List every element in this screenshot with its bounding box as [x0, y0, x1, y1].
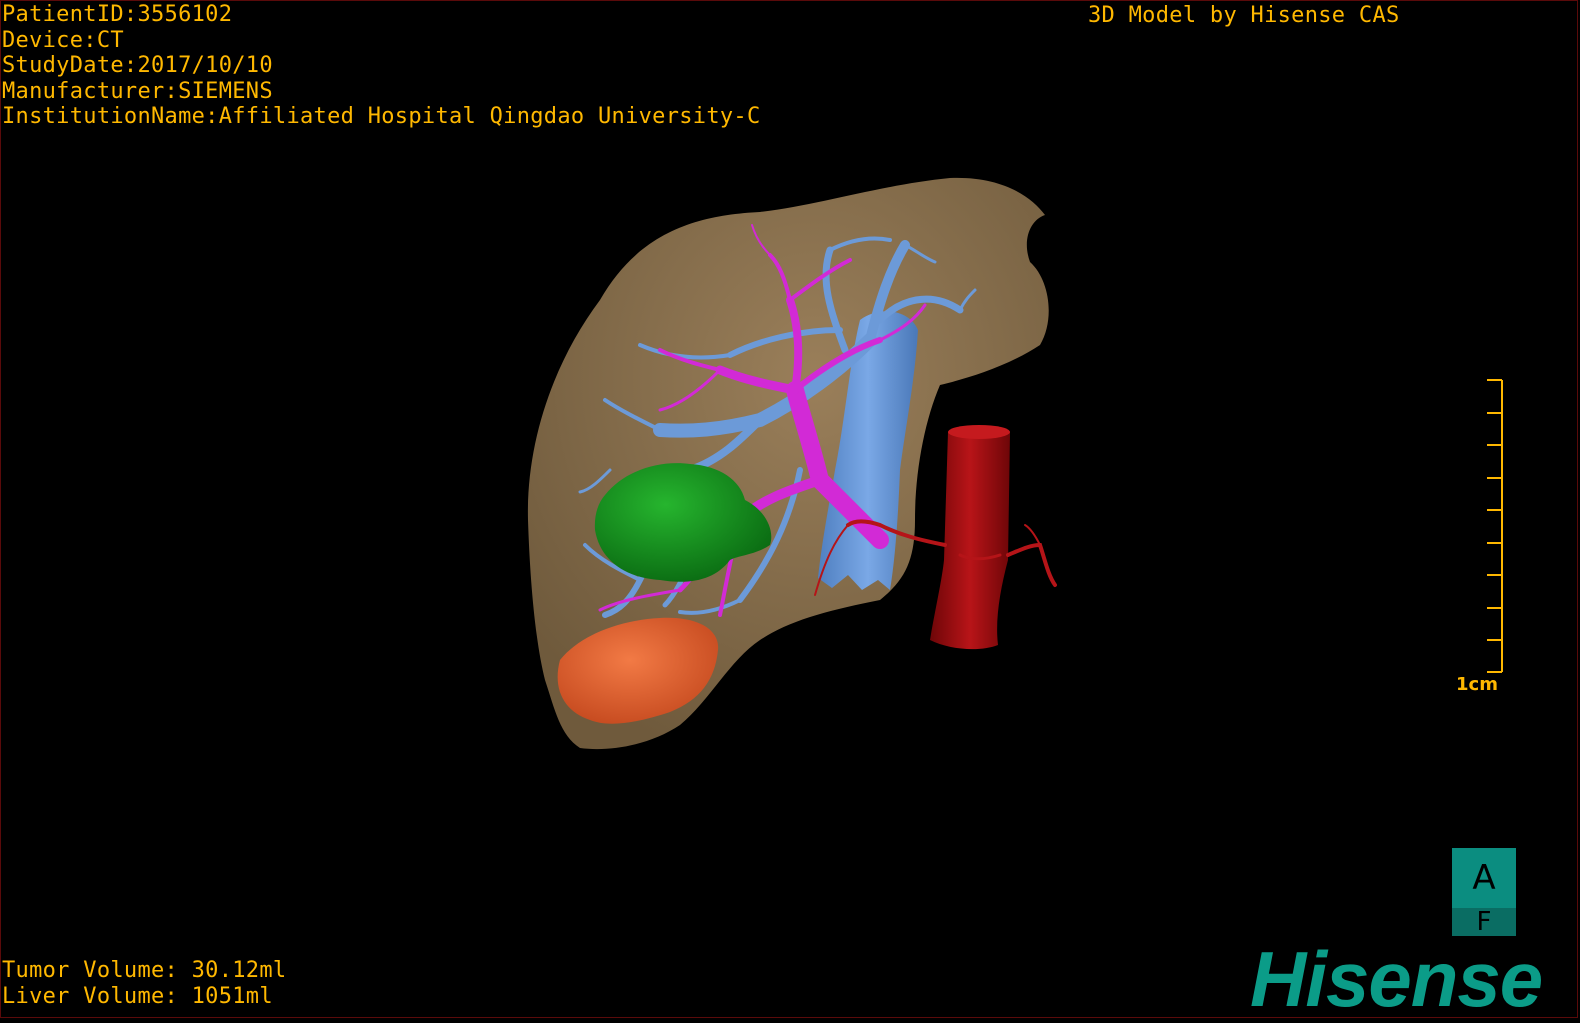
scale-bar-label: 1cm: [1456, 674, 1498, 695]
institution-text: InstitutionName:Affiliated Hospital Qing…: [2, 104, 761, 129]
orientation-cube[interactable]: A F: [1452, 848, 1516, 936]
orientation-anterior-label: A: [1452, 848, 1516, 908]
aorta-top: [948, 425, 1010, 439]
patient-id-text: PatientID:3556102: [2, 2, 233, 27]
manufacturer-text: Manufacturer:SIEMENS: [2, 78, 273, 104]
3d-model-viewport[interactable]: [0, 0, 1580, 1020]
tumor-volume-text: Tumor Volume: 30.12ml: [2, 958, 287, 983]
scale-bar: [1487, 379, 1503, 673]
orientation-feet-label: F: [1452, 908, 1516, 936]
dicom-info-overlay: PatientID:3556102 Device:CT StudyDate:20…: [2, 2, 761, 130]
study-date-text: StudyDate:2017/10/10: [2, 53, 273, 78]
device-text: Device:CT: [2, 27, 124, 53]
aorta-model: [930, 426, 1010, 650]
model-credit-text: 3D Model by Hisense CAS: [1088, 3, 1400, 28]
liver-volume-text: Liver Volume: 1051ml: [2, 983, 273, 1009]
volume-overlay: Tumor Volume: 30.12ml Liver Volume: 1051…: [2, 958, 286, 1009]
hisense-logo: Hisense: [1250, 935, 1543, 1023]
